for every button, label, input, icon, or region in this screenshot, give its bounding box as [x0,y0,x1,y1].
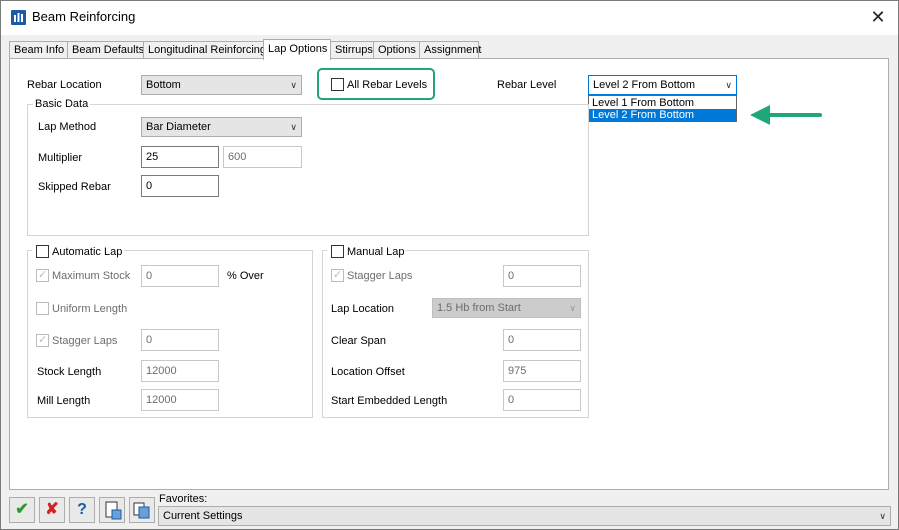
stock-length-label: Stock Length [37,366,102,378]
tab-beam-defaults[interactable]: Beam Defaults [67,41,144,59]
manual-lap-label: Manual Lap [347,246,405,258]
arrow-annotation-icon [750,105,822,125]
stock-length-input[interactable]: 12000 [141,360,219,382]
clear-span-input[interactable]: 0 [503,329,581,351]
rebar-level-value: Level 2 From Bottom [593,79,696,91]
close-icon[interactable]: ✕ [864,4,892,30]
location-offset-input[interactable]: 975 [503,360,581,382]
manual-lap-checkbox[interactable] [331,245,344,258]
maximum-stock-checkbox[interactable]: ✓ [36,269,49,282]
title-bar [1,1,898,35]
skipped-rebar-input[interactable]: 0 [141,175,219,197]
lap-method-label: Lap Method [38,121,97,133]
maximum-stock-input[interactable]: 0 [141,265,219,287]
favorites-label: Favorites: [159,493,208,505]
multiplier-input[interactable]: 25 [141,146,219,168]
ok-check-button[interactable]: ✔ [9,497,35,523]
dropdown-option[interactable]: Level 1 From Bottom [589,97,736,109]
basic-data-group [27,104,589,236]
all-rebar-levels-checkbox[interactable] [331,78,344,91]
export-button[interactable] [99,497,125,523]
checkmark-icon: ✓ [38,269,48,281]
chevron-down-icon: ∨ [290,80,297,90]
chevron-down-icon: ∨ [879,511,886,521]
tab-stirrups[interactable]: Stirrups [330,41,374,59]
stagger-laps-checkbox[interactable]: ✓ [36,334,49,347]
mill-length-label: Mill Length [37,395,91,407]
mill-length-input[interactable]: 12000 [141,389,219,411]
rebar-level-select[interactable]: Level 2 From Bottom ∨ [588,75,737,95]
location-offset-label: Location Offset [331,366,405,378]
skipped-rebar-label: Skipped Rebar [38,181,111,193]
multiplier-length-field: 600 [223,146,302,168]
lap-location-select[interactable]: 1.5 Hb from Start ∨ [432,298,581,318]
stagger-laps-input[interactable]: 0 [141,329,219,351]
checkmark-icon: ✓ [38,334,48,346]
stagger-laps-label: Stagger Laps [52,335,118,347]
rebar-level-label: Rebar Level [497,79,557,91]
chevron-down-icon: ∨ [569,303,576,313]
manual-stagger-laps-input[interactable]: 0 [503,265,581,287]
all-rebar-levels-label: All Rebar Levels [347,79,428,91]
percent-over-label: % Over [227,270,264,282]
multiplier-label: Multiplier [38,152,83,164]
dropdown-option-selected[interactable]: Level 2 From Bottom [589,109,736,121]
rebar-location-value: Bottom [146,79,181,91]
automatic-lap-label: Automatic Lap [52,246,123,258]
rebar-level-dropdown: Level 1 From Bottom Level 2 From Bottom [588,95,737,122]
document-icon [105,501,122,520]
maximum-stock-label: Maximum Stock [52,270,131,282]
start-embedded-length-input[interactable]: 0 [503,389,581,411]
start-embedded-length-label: Start Embedded Length [331,395,448,407]
chevron-down-icon: ∨ [290,122,297,132]
lap-method-value: Bar Diameter [146,121,211,133]
window-title: Beam Reinforcing [32,9,136,24]
uniform-length-label: Uniform Length [52,303,128,315]
clear-span-label: Clear Span [331,335,387,347]
help-button[interactable]: ? [69,497,95,523]
checkmark-icon: ✓ [333,269,343,281]
lap-location-label: Lap Location [331,303,394,315]
tab-lap-options[interactable]: Lap Options [263,39,331,60]
manual-stagger-laps-checkbox[interactable]: ✓ [331,269,344,282]
copy-button[interactable] [129,497,155,523]
copy-icon [133,502,150,519]
lap-method-select[interactable]: Bar Diameter ∨ [141,117,302,137]
uniform-length-checkbox[interactable] [36,302,49,315]
rebar-location-select[interactable]: Bottom ∨ [141,75,302,95]
app-icon [11,10,26,25]
favorites-value: Current Settings [163,510,243,522]
cancel-x-button[interactable]: ✘ [39,497,65,523]
basic-data-legend: Basic Data [33,98,91,110]
tab-beam-info[interactable]: Beam Info [9,41,68,59]
tab-longitudinal-reinforcing[interactable]: Longitudinal Reinforcing [143,41,266,59]
automatic-lap-checkbox[interactable] [36,245,49,258]
lap-location-value: 1.5 Hb from Start [437,302,521,314]
chevron-down-icon: ∨ [725,80,732,90]
manual-stagger-laps-label: Stagger Laps [347,270,413,282]
tab-assignment[interactable]: Assignment [419,41,481,59]
tab-options[interactable]: Options [373,41,420,59]
rebar-location-label: Rebar Location [27,79,102,91]
favorites-select[interactable]: Current Settings ∨ [158,506,891,526]
